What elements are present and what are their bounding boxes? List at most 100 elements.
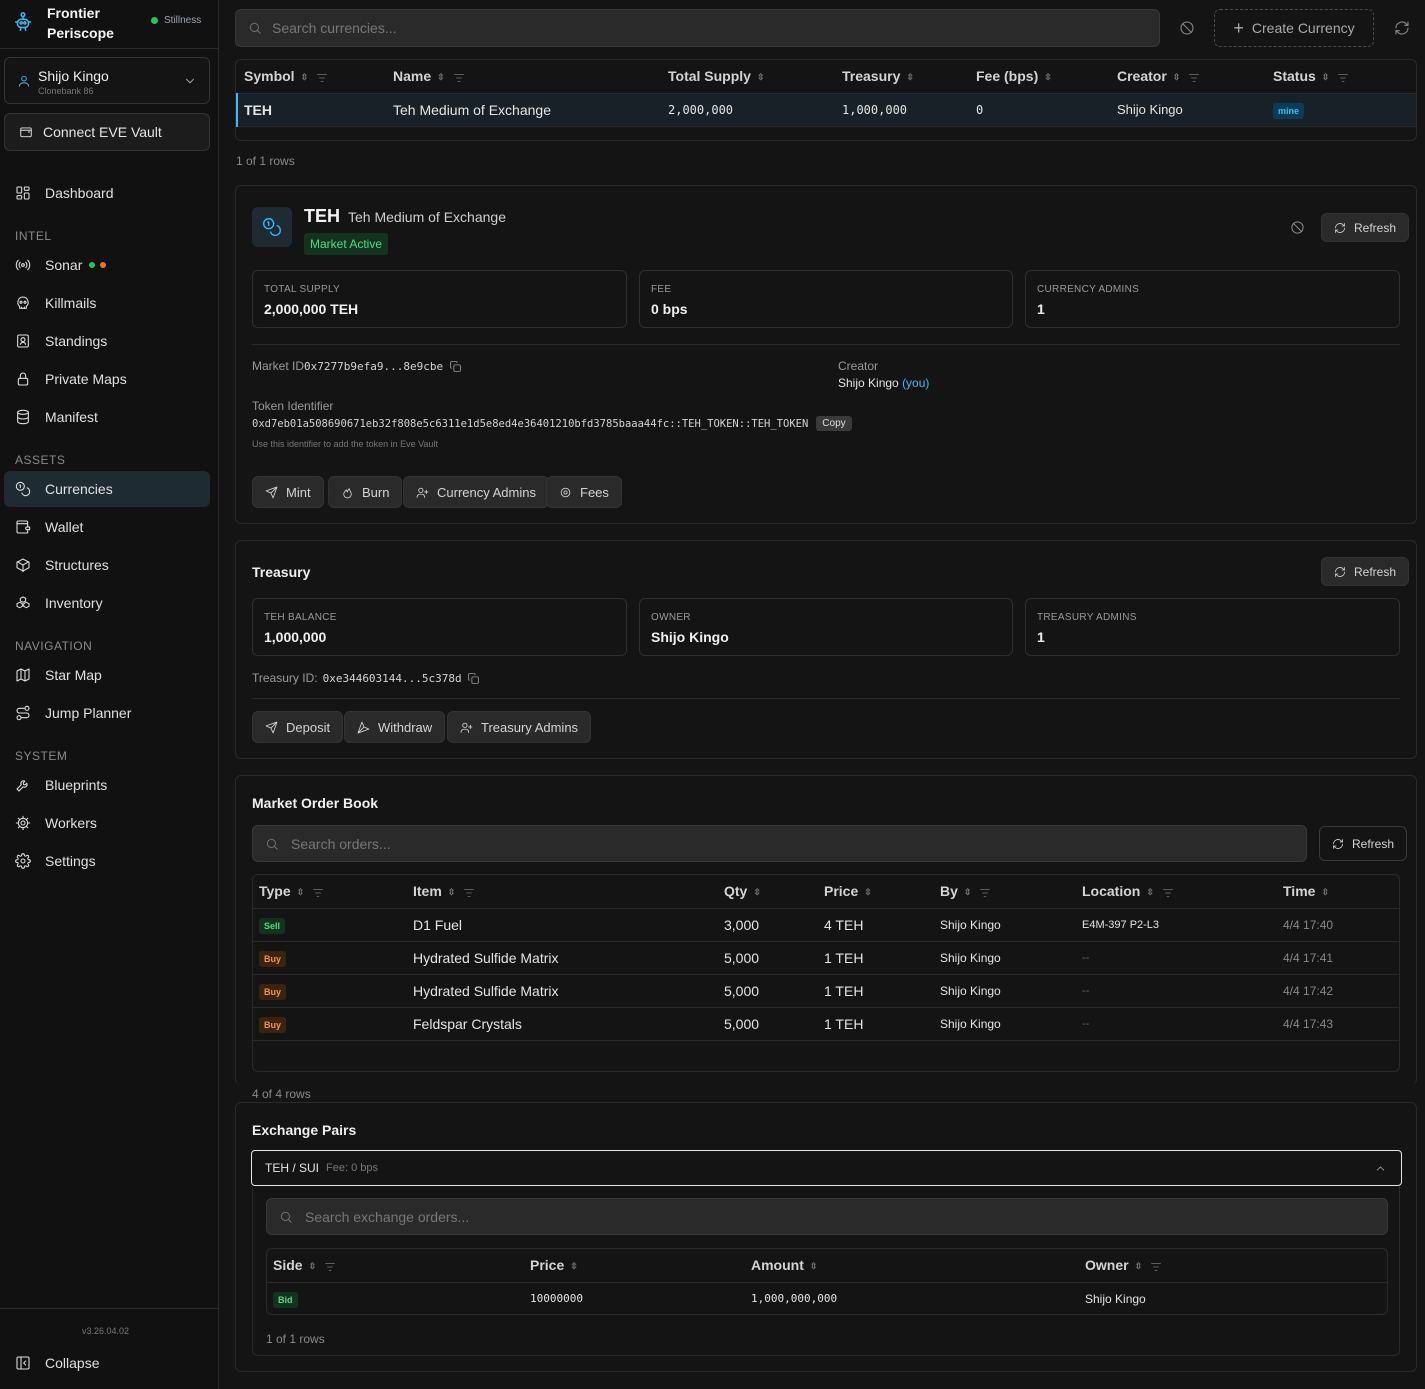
copy-icon[interactable] <box>449 360 462 373</box>
sort-icon[interactable]: ⇳ <box>864 887 872 898</box>
sort-icon[interactable]: ⇳ <box>1146 887 1154 898</box>
currency-admins-button[interactable]: Currency Admins <box>403 476 549 508</box>
withdraw-button[interactable]: Withdraw <box>344 711 446 743</box>
order-time: 4/4 17:40 <box>1283 917 1334 932</box>
gear-icon <box>15 853 31 869</box>
col-side[interactable]: Side ⇳ <box>267 1249 530 1282</box>
deposit-button[interactable]: Deposit <box>252 711 344 743</box>
filter-icon[interactable] <box>1188 72 1200 84</box>
detail-refresh-button[interactable]: Refresh <box>1321 213 1410 242</box>
sort-icon[interactable]: ⇳ <box>1321 887 1329 898</box>
sort-icon[interactable]: ⇳ <box>1173 72 1181 83</box>
treasury-admins-button[interactable]: Treasury Admins <box>447 711 592 743</box>
exchange-order-search-input[interactable]: Search exchange orders... <box>266 1198 1388 1235</box>
copy-token-button[interactable]: Copy <box>816 416 852 431</box>
create-currency-button[interactable]: + Create Currency <box>1214 9 1374 47</box>
nav-settings[interactable]: Settings <box>4 843 210 879</box>
exchange-pair-toggle[interactable]: TEH / SUI Fee: 0 bps <box>251 1150 1402 1186</box>
refresh-icon[interactable] <box>1394 20 1410 36</box>
col-location[interactable]: Location ⇳ <box>1082 875 1283 908</box>
currency-search-input[interactable]: Search currencies... <box>235 9 1160 47</box>
orderbook-refresh-button[interactable]: Refresh <box>1319 826 1408 861</box>
ban-icon[interactable] <box>1290 220 1305 235</box>
col-total-supply[interactable]: Total Supply ⇳ <box>668 60 842 93</box>
filter-icon[interactable] <box>316 72 328 84</box>
collapse-sidebar-button[interactable]: Collapse <box>4 1345 210 1381</box>
col-item[interactable]: Item ⇳ <box>413 875 724 908</box>
brand[interactable]: Frontier Periscope Stillness <box>12 3 212 43</box>
filter-icon[interactable] <box>324 1261 336 1273</box>
nav-killmails[interactable]: Killmails <box>4 285 210 321</box>
sort-icon[interactable]: ⇳ <box>297 887 305 898</box>
col-by[interactable]: By ⇳ <box>940 875 1082 908</box>
order-search-input[interactable]: Search orders... <box>252 825 1307 862</box>
col-treasury[interactable]: Treasury ⇳ <box>842 60 976 93</box>
col-fee[interactable]: Fee (bps) ⇳ <box>976 60 1117 93</box>
nav-structures[interactable]: Structures <box>4 547 210 583</box>
nav-jump-planner[interactable]: Jump Planner <box>4 695 210 731</box>
burn-button[interactable]: Burn <box>328 476 403 508</box>
col-price[interactable]: Price ⇳ <box>824 875 940 908</box>
filter-icon[interactable] <box>1337 72 1349 84</box>
sort-icon[interactable]: ⇳ <box>301 72 309 83</box>
sort-icon[interactable]: ⇳ <box>757 72 765 83</box>
sort-icon[interactable]: ⇳ <box>1135 1261 1143 1272</box>
sort-icon[interactable]: ⇳ <box>570 1261 578 1272</box>
sort-icon[interactable]: ⇳ <box>906 72 914 83</box>
nav-inventory[interactable]: Inventory <box>4 585 210 621</box>
sort-icon[interactable]: ⇳ <box>753 887 761 898</box>
filter-icon[interactable] <box>1150 1261 1162 1273</box>
nav-private-maps[interactable]: Private Maps <box>4 361 210 397</box>
col-status[interactable]: Status ⇳ <box>1273 60 1416 93</box>
treasury-refresh-button[interactable]: Refresh <box>1321 557 1410 586</box>
order-time: 4/4 17:42 <box>1283 983 1334 998</box>
filter-icon[interactable] <box>312 887 324 899</box>
nav-dashboard[interactable]: Dashboard <box>4 175 210 211</box>
exchange-table-header: Side ⇳ Price ⇳ Amount ⇳ Owner ⇳ <box>267 1249 1387 1282</box>
nav-wallet[interactable]: Wallet <box>4 509 210 545</box>
sort-icon[interactable]: ⇳ <box>1322 72 1330 83</box>
connect-vault-button[interactable]: Connect EVE Vault <box>4 113 210 151</box>
sort-icon[interactable]: ⇳ <box>810 1261 818 1272</box>
filter-icon[interactable] <box>453 72 465 84</box>
table-row[interactable]: Sell D1 Fuel 3,000 4 TEH Shijo Kingo E4M… <box>253 908 1399 941</box>
col-qty[interactable]: Qty ⇳ <box>724 875 824 908</box>
col-owner[interactable]: Owner ⇳ <box>1085 1249 1387 1282</box>
filter-icon[interactable] <box>979 887 991 899</box>
character-selector[interactable]: Shijo Kingo Clonebank 86 <box>4 57 210 104</box>
table-row[interactable]: Buy Hydrated Sulfide Matrix 5,000 1 TEH … <box>253 941 1399 974</box>
filter-icon[interactable] <box>1162 887 1174 899</box>
table-row[interactable]: Bid 10000000 1,000,000,000 Shijo Kingo <box>267 1282 1387 1314</box>
col-name[interactable]: Name ⇳ <box>393 60 668 93</box>
ban-icon[interactable] <box>1179 20 1195 36</box>
table-row[interactable]: Buy Feldspar Crystals 5,000 1 TEH Shijo … <box>253 1007 1399 1040</box>
nav-workers[interactable]: Workers <box>4 805 210 841</box>
creator-info: Creator Shijo Kingo (you) <box>838 359 929 390</box>
nav-blueprints[interactable]: Blueprints <box>4 767 210 803</box>
fees-button[interactable]: Fees <box>546 476 622 508</box>
col-time[interactable]: Time ⇳ <box>1283 875 1399 908</box>
nav-currencies[interactable]: Currencies <box>4 471 210 507</box>
sort-icon[interactable]: ⇳ <box>437 72 445 83</box>
nav-star-map[interactable]: Star Map <box>4 657 210 693</box>
col-amount[interactable]: Amount ⇳ <box>751 1249 1085 1282</box>
table-row[interactable]: Buy Hydrated Sulfide Matrix 5,000 1 TEH … <box>253 974 1399 1007</box>
col-symbol[interactable]: Symbol ⇳ <box>237 60 393 93</box>
col-price[interactable]: Price ⇳ <box>530 1249 751 1282</box>
nav-manifest[interactable]: Manifest <box>4 399 210 435</box>
col-time-label: Time <box>1283 883 1316 900</box>
col-creator[interactable]: Creator ⇳ <box>1117 60 1273 93</box>
filter-icon[interactable] <box>463 887 475 899</box>
panel-collapse-icon <box>15 1355 31 1371</box>
copy-icon[interactable] <box>467 672 480 685</box>
cell-name: Teh Medium of Exchange <box>393 101 551 118</box>
col-type[interactable]: Type ⇳ <box>253 875 413 908</box>
sort-icon[interactable]: ⇳ <box>309 1261 317 1272</box>
table-row[interactable]: TEH Teh Medium of Exchange 2,000,000 1,0… <box>237 93 1416 126</box>
nav-sonar[interactable]: Sonar <box>4 247 210 283</box>
nav-standings[interactable]: Standings <box>4 323 210 359</box>
sort-icon[interactable]: ⇳ <box>448 887 456 898</box>
sort-icon[interactable]: ⇳ <box>964 887 972 898</box>
sort-icon[interactable]: ⇳ <box>1044 72 1052 83</box>
mint-button[interactable]: Mint <box>252 476 324 508</box>
